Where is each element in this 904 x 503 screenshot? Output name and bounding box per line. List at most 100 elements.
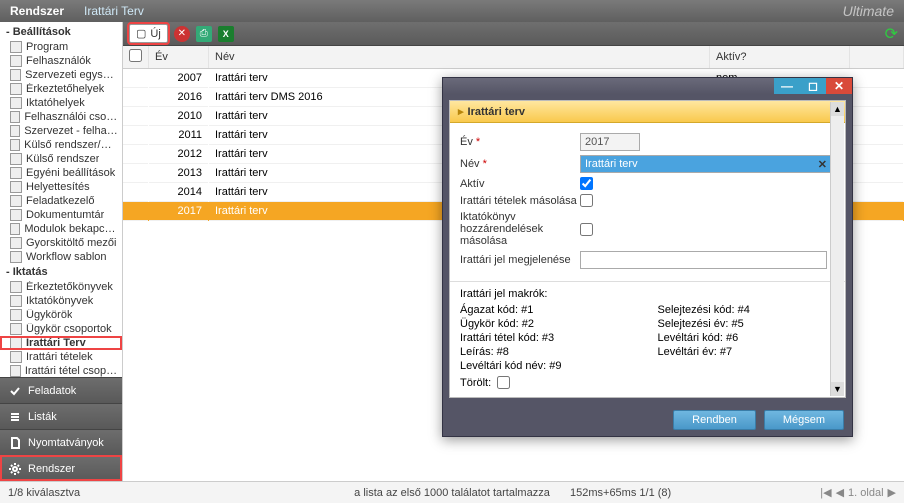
- col-ev[interactable]: Év: [149, 46, 209, 69]
- col-aktiv[interactable]: Aktív?: [709, 46, 849, 69]
- macro-item: Selejtezési év: #5: [658, 318, 836, 330]
- sidebar-item[interactable]: Modulok bekapcsolása: [0, 222, 122, 236]
- status-selection: 1/8 kiválasztva: [8, 487, 80, 499]
- scroll-up-icon[interactable]: ▲: [831, 102, 844, 116]
- sidebar-item[interactable]: Iktatóhelyek: [0, 96, 122, 110]
- sidebar-item-label: Egyéni beállítások: [26, 167, 115, 179]
- sidebar-item-icon: [10, 323, 22, 335]
- sidebar-item-label: Ügykör csoportok: [26, 323, 112, 335]
- sidebar-group[interactable]: - Beállítások: [0, 24, 122, 40]
- sidebar-panel-label: Nyomtatványok: [28, 437, 104, 449]
- sidebar-item[interactable]: Feladatkezelő: [0, 194, 122, 208]
- sidebar-item[interactable]: Program: [0, 40, 122, 54]
- refresh-icon[interactable]: ⟳: [885, 24, 898, 44]
- sidebar-item[interactable]: Helyettesítés: [0, 180, 122, 194]
- sidebar-group[interactable]: - Iktatás: [0, 264, 122, 280]
- dialog-form: Év * Név * ✕ Aktív Irattári tételek máso…: [450, 123, 845, 281]
- sidebar-item-label: Feladatkezelő: [26, 195, 95, 207]
- nev-field[interactable]: [580, 155, 836, 173]
- sidebar-item-label: Ügykörök: [26, 309, 72, 321]
- sidebar-item-icon: [10, 55, 22, 67]
- sidebar-item-label: Helyettesítés: [26, 181, 90, 193]
- macros-panel: Irattári jel makrók: Ágazat kód: #1Selej…: [450, 281, 845, 397]
- sidebar-item[interactable]: Dokumentumtár: [0, 208, 122, 222]
- tetelek-checkbox[interactable]: [580, 194, 593, 207]
- excel-icon[interactable]: X: [218, 26, 234, 42]
- col-checkbox[interactable]: [123, 46, 149, 69]
- sidebar-item-icon: [10, 125, 20, 137]
- sidebar-item[interactable]: Egyéni beállítások: [0, 166, 122, 180]
- sidebar-item[interactable]: Külső rendszer/Felhasz: [0, 138, 122, 152]
- sidebar-item[interactable]: Irattári tételek: [0, 350, 122, 364]
- sidebar-item[interactable]: Iktatókönyvek: [0, 294, 122, 308]
- sidebar-item[interactable]: Ügykör csoportok: [0, 322, 122, 336]
- list-icon: [8, 410, 22, 424]
- dialog-scrollbar[interactable]: ▲ ▼: [830, 102, 844, 396]
- sidebar-item-label: Irattári tételek: [26, 351, 93, 363]
- sidebar-item[interactable]: Ügykörök: [0, 308, 122, 322]
- sidebar-panel[interactable]: Nyomtatványok: [0, 429, 122, 455]
- status-timing: 152ms+65ms 1/1 (8): [570, 487, 671, 499]
- sidebar-item[interactable]: Gyorskitöltő mezői: [0, 236, 122, 250]
- ev-label: Év *: [460, 136, 580, 148]
- maximize-icon[interactable]: ◻: [800, 78, 826, 94]
- sidebar-item[interactable]: Érkeztetőkönyvek: [0, 280, 122, 294]
- page-prev-icon[interactable]: ◀: [836, 486, 844, 499]
- sidebar: - BeállításokProgramFelhasználókSzerveze…: [0, 22, 123, 481]
- page-first-icon[interactable]: |◀: [820, 486, 831, 499]
- sidebar-item[interactable]: Workflow sablon: [0, 250, 122, 264]
- sidebar-item[interactable]: Felhasználói csoportok: [0, 110, 122, 124]
- torolt-checkbox[interactable]: [497, 376, 510, 389]
- dialog-title: Irattári terv: [468, 106, 525, 118]
- sidebar-item-icon: [10, 365, 21, 377]
- macro-item: Irattári tétel kód: #3: [460, 332, 638, 344]
- new-button-label: Új: [150, 28, 160, 40]
- sidebar-item-icon: [10, 167, 22, 179]
- sidebar-panel[interactable]: Feladatok: [0, 377, 122, 403]
- delete-icon[interactable]: ✕: [174, 26, 190, 42]
- print-icon[interactable]: ⎙: [196, 26, 212, 42]
- close-icon[interactable]: ✕: [826, 78, 852, 94]
- brand-logo: Ultimate: [843, 3, 904, 19]
- macro-item: Levéltári kód név: #9: [460, 360, 638, 372]
- sidebar-item-icon: [10, 97, 22, 109]
- statusbar: 1/8 kiválasztva a lista az első 1000 tal…: [0, 481, 904, 503]
- macro-item: [658, 360, 836, 372]
- status-page: 1. oldal: [848, 487, 883, 499]
- sidebar-item[interactable]: Szervezeti egységek: [0, 68, 122, 82]
- sidebar-panel[interactable]: Rendszer: [0, 455, 122, 481]
- aktiv-checkbox[interactable]: [580, 177, 593, 190]
- page-next-icon[interactable]: ▶: [888, 486, 896, 499]
- sidebar-item-icon: [10, 69, 21, 81]
- cancel-button[interactable]: Mégsem: [764, 410, 844, 430]
- sidebar-item-icon: [10, 281, 22, 293]
- sidebar-item-icon: [10, 111, 20, 123]
- sidebar-item-icon: [10, 209, 22, 221]
- jel-field[interactable]: [580, 251, 827, 269]
- minimize-icon[interactable]: —: [774, 78, 800, 94]
- sidebar-item[interactable]: Irattári Terv: [0, 336, 122, 350]
- dialog-titlebar[interactable]: — ◻ ✕: [443, 78, 852, 94]
- ev-field[interactable]: [580, 133, 640, 151]
- iktato-checkbox[interactable]: [580, 223, 593, 236]
- scroll-down-icon[interactable]: ▼: [831, 382, 844, 396]
- sidebar-item-icon: [10, 251, 22, 263]
- sidebar-item[interactable]: Irattári tétel csoportok: [0, 364, 122, 377]
- dialog: — ◻ ✕ ▲ ▼ ▸ Irattári terv Év * Név * ✕ A…: [442, 77, 853, 437]
- ok-button[interactable]: Rendben: [673, 410, 756, 430]
- sidebar-item[interactable]: Szervezet - felhasználó: [0, 124, 122, 138]
- sidebar-panel-label: Rendszer: [28, 463, 75, 475]
- clear-icon[interactable]: ✕: [818, 158, 827, 171]
- chevron-right-icon: ▸: [458, 105, 464, 118]
- check-icon: [8, 384, 22, 398]
- sidebar-item[interactable]: Külső rendszer: [0, 152, 122, 166]
- col-nev[interactable]: Név: [209, 46, 710, 69]
- sidebar-item-icon: [10, 309, 22, 321]
- sidebar-item[interactable]: Érkeztetőhelyek: [0, 82, 122, 96]
- sidebar-panel[interactable]: Listák: [0, 403, 122, 429]
- toolbar: ▢ Új ✕ ⎙ X ⟳: [123, 22, 904, 46]
- select-all-checkbox[interactable]: [129, 49, 142, 62]
- new-button[interactable]: ▢ Új: [129, 24, 168, 43]
- sidebar-item[interactable]: Felhasználók: [0, 54, 122, 68]
- system-name: Rendszer: [0, 4, 74, 18]
